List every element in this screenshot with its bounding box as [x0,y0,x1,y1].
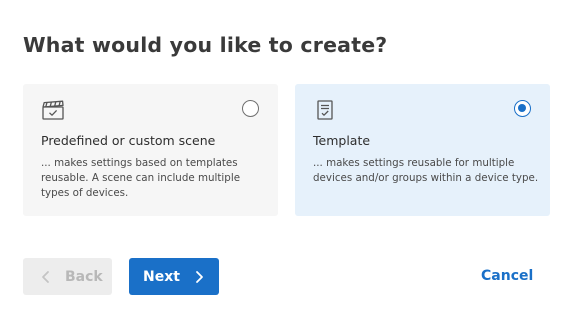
option-description-scene: ... makes settings based on templates re… [41,157,241,199]
option-title-template: Template [313,133,371,148]
option-description-template: ... makes settings reusable for multiple… [313,157,539,184]
radio-template[interactable] [514,100,531,117]
radio-selected-dot [518,104,526,112]
next-button-label: Next [143,268,180,285]
create-dialog: What would you like to create? Predefine… [0,0,571,317]
chevron-left-icon [42,270,49,283]
chevron-right-icon [196,270,203,283]
clapperboard-icon [42,100,64,120]
option-title-scene: Predefined or custom scene [41,133,216,148]
radio-scene[interactable] [242,100,259,117]
back-button[interactable]: Back [23,258,112,295]
dialog-title: What would you like to create? [23,33,388,57]
option-card-template[interactable]: Template ... makes settings reusable for… [295,84,550,216]
cancel-button[interactable]: Cancel [481,268,533,284]
next-button[interactable]: Next [129,258,219,295]
template-checklist-icon [317,100,333,120]
back-button-label: Back [65,268,103,285]
option-card-scene[interactable]: Predefined or custom scene ... makes set… [23,84,278,216]
